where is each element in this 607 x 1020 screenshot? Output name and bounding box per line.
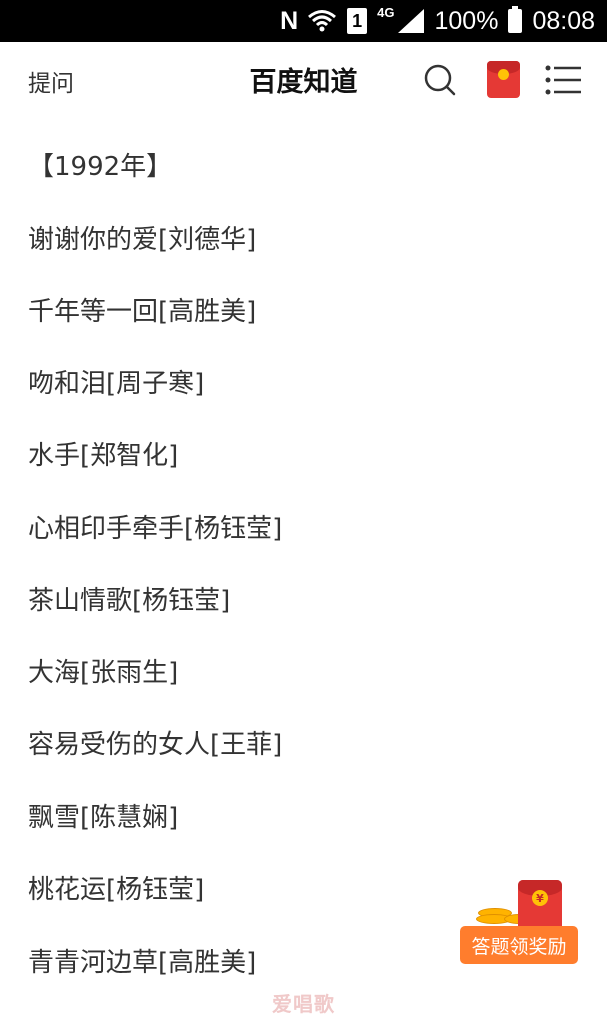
song-item: 容易受伤的女人[王菲] (28, 730, 283, 760)
clock: 08:08 (532, 6, 595, 35)
wifi-icon (307, 8, 337, 34)
song-item: 水手[郑智化] (28, 441, 179, 471)
song-item: 青青河边草[高胜美] (28, 948, 257, 978)
quiz-reward-button[interactable]: 答题领奖励 (460, 926, 578, 964)
red-packet-coin (498, 69, 509, 80)
nfc-icon: N (280, 6, 298, 35)
quiz-reward-widget[interactable]: ¥ 答题领奖励 (458, 880, 580, 968)
song-item: 谢谢你的爱[刘德华] (28, 225, 257, 255)
song-item: 飘雪[陈慧娴] (28, 803, 179, 833)
song-item: 千年等一回[高胜美] (28, 297, 257, 327)
envelope-seal: ¥ (532, 890, 548, 906)
battery-icon (508, 6, 523, 33)
song-item: 吻和泪[周子寒] (28, 369, 205, 399)
watermark: 爱唱歌 (272, 992, 335, 1016)
song-item: 心相印手牵手[杨钰莹] (28, 514, 283, 544)
red-envelope-icon: ¥ (518, 880, 562, 932)
menu-icon[interactable] (545, 64, 582, 96)
app-header: 提问 百度知道 (0, 42, 607, 118)
battery-text: 100% (434, 6, 499, 35)
signal-icon (398, 9, 425, 33)
network-type-label: 4G (377, 5, 395, 20)
song-item: 桃花运[杨钰莹] (28, 875, 205, 905)
status-bar: N 1 4G 100% 08:08 (0, 0, 607, 42)
song-item: 大海[张雨生] (28, 658, 179, 688)
search-icon[interactable] (422, 62, 458, 98)
red-packet-icon[interactable] (487, 61, 520, 98)
year-heading: 【1992年】 (28, 152, 173, 182)
ask-question-link[interactable]: 提问 (28, 64, 74, 98)
sim-icon: 1 (347, 8, 368, 34)
song-item: 茶山情歌[杨钰莹] (28, 586, 231, 616)
